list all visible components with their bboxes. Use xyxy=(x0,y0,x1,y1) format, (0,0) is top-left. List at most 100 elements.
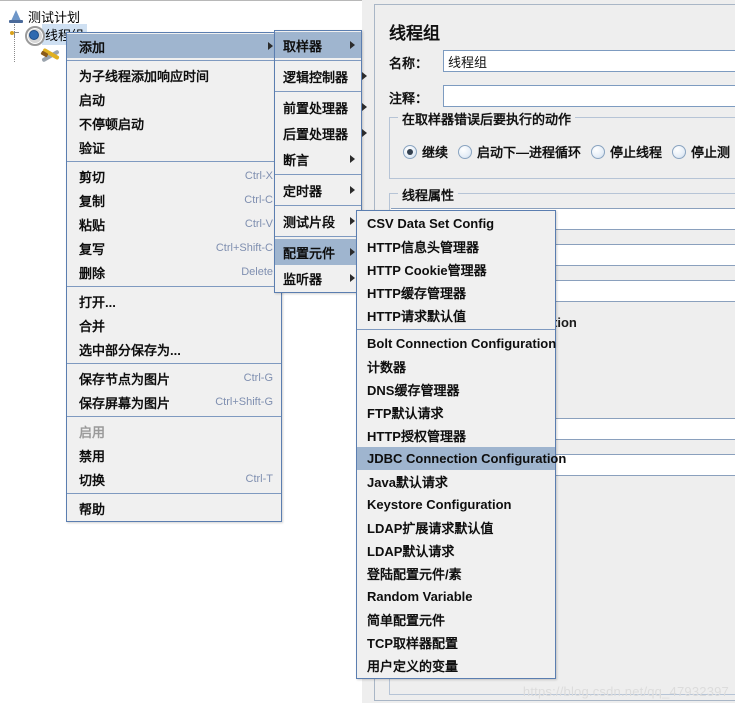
menu-item-1[interactable]: HTTP信息头管理器 xyxy=(357,235,555,258)
thread-properties-legend: 线程属性 xyxy=(398,185,459,204)
menu-item-0[interactable]: 取样器 xyxy=(275,32,361,58)
radio-bullet-icon xyxy=(458,144,473,159)
chevron-right-icon xyxy=(350,248,355,256)
menu-item-label: HTTP请求默认值 xyxy=(367,309,466,324)
menu-item-label: DNS缓存管理器 xyxy=(367,383,460,398)
menu-item-10[interactable]: HTTP授权管理器 xyxy=(357,424,555,447)
menu-item-label: Java默认请求 xyxy=(367,475,448,490)
menu-item-0[interactable]: CSV Data Set Config xyxy=(357,212,555,235)
menu-item-20[interactable]: 启用 xyxy=(67,419,281,443)
menu-item-accelerator: Ctrl-X xyxy=(244,170,273,182)
config-element-submenu[interactable]: CSV Data Set Config HTTP信息头管理器 HTTP Cookie… xyxy=(356,210,566,679)
menu-item-17[interactable]: 保存节点为图片 Ctrl-G xyxy=(67,366,281,390)
menu-item-3[interactable]: 启动 xyxy=(67,87,281,111)
page-title: 线程组 xyxy=(389,24,440,43)
radio-start-next-loop[interactable]: 启动下—进程循环 xyxy=(458,142,581,161)
menu-item-15[interactable]: LDAP默认请求 xyxy=(357,539,555,562)
menu-item-7[interactable]: 计数器 xyxy=(357,355,555,378)
menu-item-3[interactable]: HTTP缓存管理器 xyxy=(357,281,555,304)
menu-separator xyxy=(275,236,361,237)
menu-item-label: 取样器 xyxy=(283,38,323,54)
menu-item-label: 启动 xyxy=(79,92,106,108)
menu-item-4[interactable]: HTTP请求默认值 xyxy=(357,304,555,327)
menu-item-label: 简单配置元件 xyxy=(367,613,446,628)
menu-item-13[interactable]: 监听器 xyxy=(275,265,361,291)
menu-item-19[interactable]: TCP取样器配置 xyxy=(357,631,555,654)
menu-item-8[interactable]: 定时器 xyxy=(275,177,361,203)
menu-separator xyxy=(275,174,361,175)
radio-stop-test[interactable]: 停止测 xyxy=(672,142,730,161)
menu-item-label: Bolt Connection Configuration xyxy=(367,336,557,351)
menu-item-label: HTTP缓存管理器 xyxy=(367,286,466,301)
menu-item-label: 验证 xyxy=(79,140,106,156)
menu-item-9[interactable]: 粘贴 Ctrl-V xyxy=(67,212,281,236)
menu-item-8[interactable]: DNS缓存管理器 xyxy=(357,378,555,401)
menu-item-21[interactable]: 禁用 xyxy=(67,443,281,467)
menu-item-14[interactable]: LDAP扩展请求默认值 xyxy=(357,516,555,539)
menu-item-label: 不停顿启动 xyxy=(79,116,145,132)
test-plan-icon xyxy=(8,8,25,25)
tree-context-menu[interactable]: 添加 为子线程添加响应时间 启动 不停顿启动 验证 剪切 Ctrl-X 复制 Ctrl-C 粘贴 C… xyxy=(66,32,282,522)
menu-item-17[interactable]: Random Variable xyxy=(357,585,555,608)
tree-expand-handle[interactable] xyxy=(10,28,19,37)
menu-item-5[interactable]: 验证 xyxy=(67,135,281,159)
menu-item-6[interactable]: 断言 xyxy=(275,146,361,172)
menu-item-11[interactable]: 删除 Delete xyxy=(67,260,281,284)
menu-item-2[interactable]: HTTP Cookie管理器 xyxy=(357,258,555,281)
chevron-right-icon xyxy=(268,42,273,50)
menu-item-11[interactable]: JDBC Connection Configuration xyxy=(357,447,566,470)
chevron-right-icon xyxy=(350,217,355,225)
menu-item-4[interactable]: 不停顿启动 xyxy=(67,111,281,135)
menu-item-12[interactable]: Java默认请求 xyxy=(357,470,555,493)
menu-item-18[interactable]: 保存屏幕为图片 Ctrl+Shift-G xyxy=(67,390,281,414)
truncated-label-fragment: tion xyxy=(553,315,577,330)
menu-item-label: 后置处理器 xyxy=(283,126,349,142)
menu-item-7[interactable]: 剪切 Ctrl-X xyxy=(67,164,281,188)
menu-item-15[interactable]: 选中部分保存为... xyxy=(67,337,281,361)
menu-item-14[interactable]: 合并 xyxy=(67,313,281,337)
name-label: 名称： xyxy=(389,56,429,71)
radio-label: 启动下—进程循环 xyxy=(477,145,582,160)
menu-separator xyxy=(67,60,281,61)
menu-item-label: LDAP默认请求 xyxy=(367,544,455,559)
menu-item-accelerator: Ctrl-G xyxy=(243,372,273,384)
menu-item-16[interactable]: 登陆配置元件/素 xyxy=(357,562,555,585)
menu-item-label: HTTP Cookie管理器 xyxy=(367,263,487,278)
menu-item-18[interactable]: 简单配置元件 xyxy=(357,608,555,631)
menu-item-accelerator: Ctrl-C xyxy=(244,194,273,206)
comment-input[interactable] xyxy=(443,85,735,107)
menu-item-2[interactable]: 逻辑控制器 xyxy=(275,63,368,89)
menu-item-12[interactable]: 配置元件 xyxy=(275,239,361,265)
name-field-row: 名称： xyxy=(389,53,428,72)
menu-item-10[interactable]: 复写 Ctrl+Shift-C xyxy=(67,236,281,260)
menu-item-label: 用户定义的变量 xyxy=(367,659,459,674)
menu-item-10[interactable]: 测试片段 xyxy=(275,208,361,234)
menu-item-13[interactable]: Keystore Configuration xyxy=(357,493,555,516)
radio-bullet-icon xyxy=(591,144,606,159)
radio-continue[interactable]: 继续 xyxy=(403,142,448,161)
radio-label: 停止线程 xyxy=(610,145,663,160)
menu-item-label: HTTP信息头管理器 xyxy=(367,240,479,255)
menu-item-label: Random Variable xyxy=(367,589,473,604)
tree-node-workbench[interactable] xyxy=(40,42,68,63)
menu-item-6[interactable]: Bolt Connection Configuration xyxy=(357,332,557,355)
menu-item-22[interactable]: 切换 Ctrl-T xyxy=(67,467,281,491)
add-submenu[interactable]: 取样器逻辑控制器前置处理器后置处理器断言定时器测试片段配置元件 监听器 xyxy=(274,30,368,293)
radio-stop-thread[interactable]: 停止线程 xyxy=(591,142,662,161)
menu-item-0[interactable]: 添加 xyxy=(67,34,281,58)
menu-item-20[interactable]: 用户定义的变量 xyxy=(357,654,555,677)
menu-separator xyxy=(275,60,361,61)
menu-item-4[interactable]: 前置处理器 xyxy=(275,94,368,120)
menu-item-9[interactable]: FTP默认请求 xyxy=(357,401,555,424)
radio-label: 继续 xyxy=(422,145,449,160)
menu-item-24[interactable]: 帮助 xyxy=(67,496,281,520)
menu-item-13[interactable]: 打开... xyxy=(67,289,281,313)
menu-item-5[interactable]: 后置处理器 xyxy=(275,120,368,146)
menu-item-accelerator: Delete xyxy=(241,266,273,278)
menu-item-label: 粘贴 xyxy=(79,217,106,233)
menu-item-accelerator: Ctrl-T xyxy=(245,473,274,485)
menu-item-2[interactable]: 为子线程添加响应时间 xyxy=(67,63,281,87)
name-input[interactable] xyxy=(443,50,735,72)
menu-item-8[interactable]: 复制 Ctrl-C xyxy=(67,188,281,212)
chevron-right-icon xyxy=(362,103,368,111)
